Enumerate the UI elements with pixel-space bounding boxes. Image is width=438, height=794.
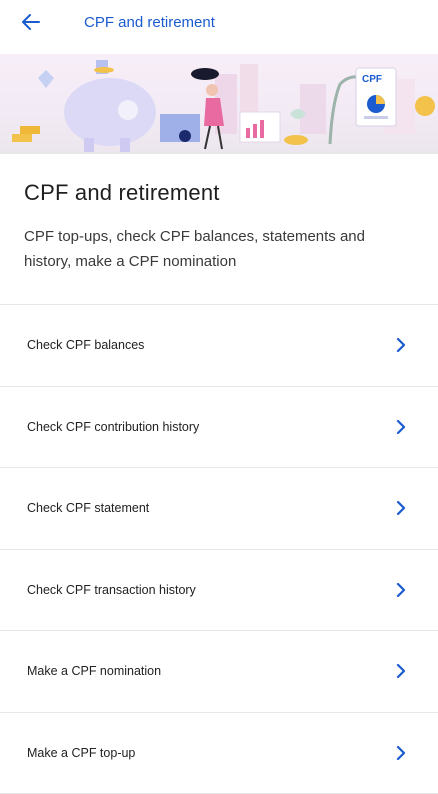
chevron-right-icon [394,338,408,353]
list-item-check-cpf-statement[interactable]: Check CPF statement [0,468,438,550]
chevron-right-icon [394,419,408,434]
list-item-label: Check CPF contribution history [27,419,200,434]
arrow-left-icon [22,14,40,30]
retirement-illustration [12,60,435,152]
chevron-right-icon [394,745,408,760]
top-bar: CPF and retirement [0,0,438,44]
list-item-label: Check CPF transaction history [27,582,196,597]
list-item-label: Make a CPF top-up [27,745,136,760]
back-button[interactable] [22,7,52,37]
chevron-right-icon [394,501,408,516]
list-item-make-cpf-nomination[interactable]: Make a CPF nomination [0,631,438,713]
chevron-right-icon [394,582,408,597]
intro-section: CPF and retirement CPF top-ups, check CP… [0,154,438,305]
options-list: Check CPF balances Check CPF contributio… [0,305,438,794]
list-item-label: Check CPF statement [27,501,150,516]
list-item-check-cpf-balances[interactable]: Check CPF balances [0,305,438,387]
list-item-label: Check CPF balances [27,338,145,353]
page-title: CPF and retirement [24,180,220,205]
header-title: CPF and retirement [84,13,215,31]
chevron-right-icon [394,664,408,679]
list-item-check-cpf-contribution-history[interactable]: Check CPF contribution history [0,387,438,468]
list-item-label: Make a CPF nomination [27,664,162,679]
app-screen: CPF and retirement CPF CPF and retiremen… [0,0,438,794]
list-item-make-cpf-top-up[interactable]: Make a CPF top-up [0,713,438,794]
banner-illustration: CPF [0,54,438,154]
page-description: CPF top-ups, check CPF balances, stateme… [24,228,365,270]
list-item-check-cpf-transaction-history[interactable]: Check CPF transaction history [0,550,438,631]
banner-doc-label: CPF [362,74,382,85]
